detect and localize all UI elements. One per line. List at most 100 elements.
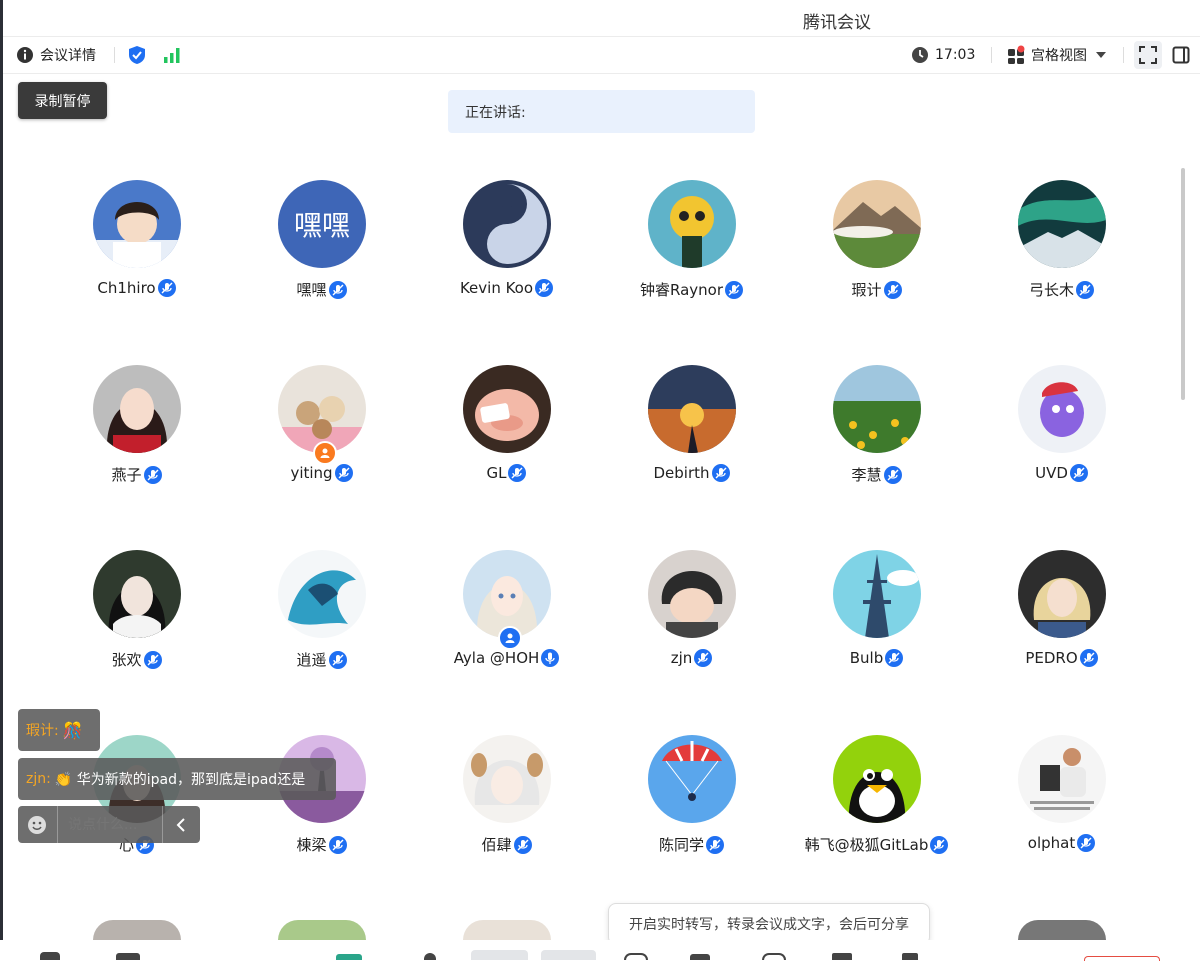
participant-tile[interactable]: Bulb xyxy=(784,539,969,724)
avatar xyxy=(1018,735,1106,823)
user-icon xyxy=(320,448,330,458)
host-badge xyxy=(313,441,337,465)
emoji-button[interactable] xyxy=(18,806,58,843)
participant-tile[interactable]: 弓长木 xyxy=(969,169,1154,354)
participant-name-row: 弓长木 xyxy=(969,279,1154,300)
avatar xyxy=(93,550,181,638)
chat-input-bar xyxy=(18,806,200,843)
participant-tile[interactable]: 瑕计 xyxy=(784,169,969,354)
participant-name: UVD xyxy=(1035,464,1068,482)
apps-button[interactable] xyxy=(832,953,852,960)
participant-name-row: Ch1hiro xyxy=(44,279,229,297)
participant-name-row: GL xyxy=(414,464,599,482)
transcription-tooltip[interactable]: 开启实时转写，转录会议成文字，会后可分享 xyxy=(608,903,930,945)
mute-button[interactable] xyxy=(40,952,60,960)
mic-muted-icon xyxy=(157,279,176,297)
members-button[interactable] xyxy=(471,950,528,960)
participant-name-row: 瑕计 xyxy=(784,279,969,300)
participant-name-row: zjn xyxy=(599,649,784,667)
user-icon xyxy=(505,633,515,643)
participant-tile[interactable]: Ayla @HOH xyxy=(414,539,599,724)
participant-name-row: 棟梁 xyxy=(229,834,414,855)
participant-name: GL xyxy=(486,464,507,482)
participant-name-row: Kevin Koo xyxy=(414,279,599,297)
avatar xyxy=(833,550,921,638)
chat-input[interactable] xyxy=(65,808,162,841)
participant-tile[interactable]: zjn xyxy=(599,539,784,724)
mic-muted-icon xyxy=(725,280,743,299)
participant-name-row: Debirth xyxy=(599,464,784,482)
avatar xyxy=(833,365,921,453)
video-button[interactable] xyxy=(116,953,140,960)
partial-avatar xyxy=(93,920,181,940)
participant-tile[interactable]: UVD xyxy=(969,354,1154,539)
participant-tile[interactable]: GL xyxy=(414,354,599,539)
participant-tile[interactable]: 陈同学 xyxy=(599,724,784,909)
reactions-button[interactable] xyxy=(690,954,710,960)
mic-muted-icon xyxy=(328,280,347,299)
cohost-badge xyxy=(498,626,522,650)
participant-tile[interactable]: 韩飞@极狐GitLab xyxy=(784,724,969,909)
participant-name: Kevin Koo xyxy=(459,279,534,297)
participant-tile[interactable]: PEDRO xyxy=(969,539,1154,724)
avatar xyxy=(463,180,551,268)
avatar xyxy=(463,365,551,453)
mic-muted-icon xyxy=(694,649,713,667)
participant-tile[interactable]: 李慧 xyxy=(784,354,969,539)
participant-tile[interactable]: olphat xyxy=(969,724,1154,909)
participant-name-row: 嘿嘿 xyxy=(229,279,414,300)
mic-muted-icon xyxy=(143,650,162,669)
participant-tile[interactable]: 钟睿Raynor xyxy=(599,169,784,354)
mic-muted-icon xyxy=(143,465,162,484)
chat-text: 🎊 xyxy=(62,720,83,740)
participant-tile[interactable]: 张欢 xyxy=(44,539,229,724)
chevron-left-icon xyxy=(177,817,186,832)
smiley-icon xyxy=(28,815,47,834)
mic-muted-icon xyxy=(1076,280,1094,299)
participant-tile[interactable]: 棟梁 xyxy=(229,724,414,909)
participant-name: Bulb xyxy=(849,649,884,667)
avatar xyxy=(833,735,921,823)
mic-muted-icon xyxy=(1077,834,1096,852)
participant-tile[interactable]: 佰肆 xyxy=(414,724,599,909)
collapse-chat-button[interactable] xyxy=(161,806,200,843)
mic-muted-icon xyxy=(328,650,347,669)
avatar xyxy=(1018,550,1106,638)
record-button[interactable] xyxy=(762,953,786,960)
avatar xyxy=(1018,365,1106,453)
mic-muted-icon xyxy=(706,835,724,854)
participant-tile[interactable]: Ch1hiro xyxy=(44,169,229,354)
mic-muted-icon xyxy=(334,464,353,482)
chat-text: 👏 华为新款的ipad，那到底是ipad还是 xyxy=(54,772,306,788)
participant-tile[interactable]: Debirth xyxy=(599,354,784,539)
participant-name-row: 李慧 xyxy=(784,464,969,485)
participant-name-row: 燕子 xyxy=(44,464,229,485)
participant-name-row: 钟睿Raynor xyxy=(599,279,784,300)
participant-name: 逍遥 xyxy=(296,651,327,669)
chat-button[interactable] xyxy=(541,950,596,960)
avatar xyxy=(463,550,551,638)
participant-tile[interactable]: Kevin Koo xyxy=(414,169,599,354)
transcribe-button[interactable] xyxy=(624,953,648,960)
participant-tile[interactable]: 嘿嘿 嘿嘿 xyxy=(229,169,414,354)
participant-tile[interactable]: 逍遥 xyxy=(229,539,414,724)
avatar xyxy=(648,735,736,823)
settings-button[interactable] xyxy=(902,953,918,960)
participant-name: Debirth xyxy=(653,464,710,482)
participant-name: 棟梁 xyxy=(296,836,327,854)
participant-name: PEDRO xyxy=(1025,649,1078,667)
invite-button[interactable] xyxy=(424,953,436,960)
participant-tile[interactable]: 燕子 xyxy=(44,354,229,539)
chat-sender: 瑕计: xyxy=(26,723,59,739)
avatar xyxy=(648,550,736,638)
participant-name: 张欢 xyxy=(111,651,142,669)
share-screen-button[interactable] xyxy=(336,954,362,960)
avatar xyxy=(648,365,736,453)
participant-name-row: 张欢 xyxy=(44,649,229,670)
participant-name: 佰肆 xyxy=(481,836,512,854)
participant-name-row: PEDRO xyxy=(969,649,1154,667)
end-meeting-button[interactable] xyxy=(1084,956,1160,961)
mic-muted-icon xyxy=(328,835,347,854)
participant-tile[interactable]: yiting xyxy=(229,354,414,539)
avatar xyxy=(833,180,921,268)
